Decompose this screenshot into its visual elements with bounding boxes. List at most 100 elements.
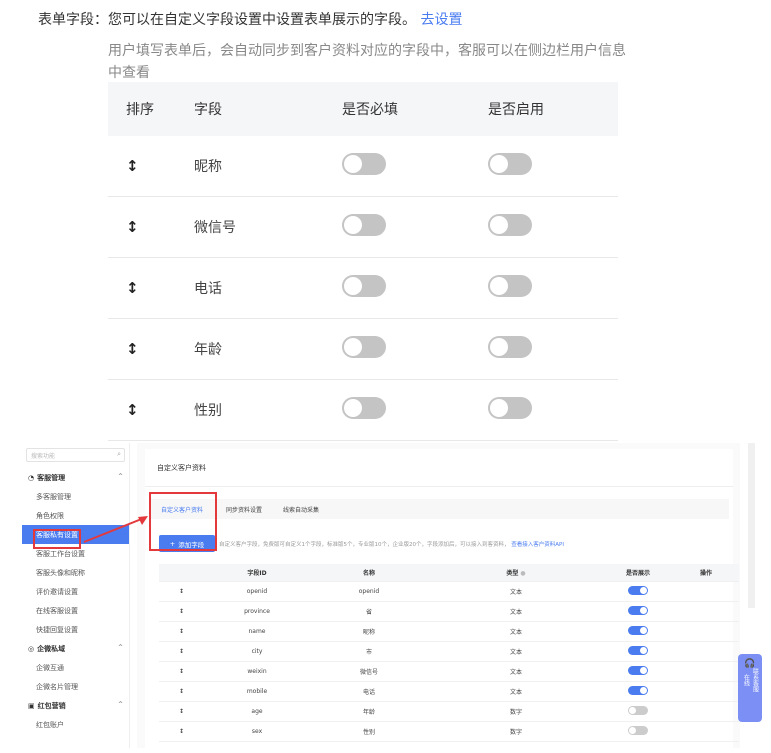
required-toggle[interactable] — [342, 214, 386, 236]
table-row: ↕ city 市 文本 — [159, 642, 739, 662]
sidebar-group-title: 企微私域 — [37, 644, 66, 653]
chevron-up-icon[interactable]: ^ — [118, 644, 123, 651]
form-field-row: ↕ 电话 — [108, 258, 618, 319]
group-icon: ◔ — [28, 473, 35, 482]
drag-sort-icon[interactable]: ↕ — [179, 648, 184, 655]
field-label: 性别 — [362, 729, 375, 736]
show-toggle[interactable] — [628, 586, 648, 595]
contact-support-button[interactable]: 🎧 在线 联系客服 — [738, 654, 762, 722]
header-name: 名称 — [362, 570, 375, 577]
sidebar-item[interactable]: 在线客服设置 — [22, 601, 129, 620]
field-label: 电话 — [362, 689, 375, 696]
sidebar-group[interactable]: ▣ 红包营销 ^ — [22, 696, 129, 715]
tab-sync-settings[interactable]: 同步资料设置 — [226, 505, 262, 514]
go-settings-link[interactable]: 去设置 — [420, 12, 462, 28]
sidebar-item[interactable]: 多客服管理 — [22, 487, 129, 506]
required-toggle[interactable] — [342, 336, 386, 358]
scrollbar[interactable] — [748, 443, 755, 608]
field-label: 市 — [365, 649, 372, 656]
custom-fields-table: 字段ID 名称 类型 ● 是否展示 操作 ↕ openid openid 文本 ↕ pro… — [159, 564, 739, 742]
search-placeholder: 搜索功能 — [31, 453, 56, 460]
enabled-toggle[interactable] — [488, 153, 532, 175]
drag-sort-icon[interactable]: ↕ — [179, 708, 184, 715]
show-toggle[interactable] — [628, 606, 648, 615]
show-toggle[interactable] — [628, 686, 648, 695]
drag-sort-icon[interactable]: ↕ — [179, 728, 184, 735]
field-label: 年龄 — [362, 709, 375, 716]
show-toggle[interactable] — [628, 726, 648, 735]
custom-field-note: 自定义客户字段，免费版可自定义1个字段，标准版5个，专业版10个，企业版20个，… — [219, 540, 564, 548]
show-toggle[interactable] — [628, 666, 648, 675]
enabled-toggle[interactable] — [488, 275, 532, 297]
required-toggle[interactable] — [342, 153, 386, 175]
drag-sort-icon[interactable]: ↕ — [126, 157, 139, 175]
required-toggle[interactable] — [342, 275, 386, 297]
help-icon[interactable]: ● — [520, 570, 525, 577]
field-name: 年龄 — [194, 342, 222, 358]
sidebar-item[interactable]: 快捷回复设置 — [22, 620, 129, 639]
field-type: 文本 — [509, 609, 522, 616]
drag-sort-icon[interactable]: ↕ — [179, 628, 184, 635]
contact-support-label: 联系客服 — [751, 668, 759, 692]
field-name: 昵称 — [194, 159, 222, 175]
drag-sort-icon[interactable]: ↕ — [126, 340, 139, 358]
header-required: 是否必填 — [342, 102, 398, 118]
sidebar-item[interactable]: 评价邀请设置 — [22, 582, 129, 601]
field-id: age — [251, 708, 263, 715]
search-icon[interactable]: ⌕ — [117, 450, 121, 459]
form-field-row: ↕ 微信号 — [108, 197, 618, 258]
enabled-toggle[interactable] — [488, 214, 532, 236]
table-row: ↕ name 昵称 文本 — [159, 622, 739, 642]
field-id: city — [251, 648, 263, 655]
sidebar-search-input[interactable]: 搜索功能 ⌕ — [26, 448, 125, 462]
show-toggle[interactable] — [628, 626, 648, 635]
sidebar-item[interactable]: 企微名片管理 — [22, 677, 129, 696]
header-enabled: 是否启用 — [488, 102, 544, 118]
api-link[interactable]: 查看接入客户资料API — [511, 542, 564, 548]
drag-sort-icon[interactable]: ↕ — [179, 668, 184, 675]
show-toggle[interactable] — [628, 646, 648, 655]
enabled-toggle[interactable] — [488, 397, 532, 419]
main-panel: 自定义客户资料 自定义客户资料 同步资料设置 线索自动采集 + 添加字段 自定义… — [137, 443, 740, 748]
field-type: 数字 — [509, 729, 522, 736]
field-label: 昵称 — [362, 629, 375, 636]
sidebar-group-title: 红包营销 — [37, 701, 66, 710]
field-id: openid — [246, 588, 268, 595]
highlight-sidebar-item — [33, 529, 81, 549]
group-icon: ◎ — [28, 644, 35, 653]
tab-lead-collection[interactable]: 线索自动采集 — [283, 505, 319, 514]
chevron-up-icon[interactable]: ^ — [118, 473, 123, 480]
headset-icon: 🎧 — [744, 659, 756, 669]
drag-sort-icon[interactable]: ↕ — [126, 218, 139, 236]
sidebar-group[interactable]: ◎ 企微私域 ^ — [22, 639, 129, 658]
required-toggle[interactable] — [342, 397, 386, 419]
form-field-row: ↕ 性别 — [108, 380, 618, 441]
field-name: 性别 — [194, 403, 222, 419]
page-title: 自定义客户资料 — [157, 464, 206, 472]
form-field-row: ↕ 年龄 — [108, 319, 618, 380]
table-row: ↕ openid openid 文本 — [159, 582, 739, 602]
drag-sort-icon[interactable]: ↕ — [179, 688, 184, 695]
table-row: ↕ sex 性别 数字 — [159, 722, 739, 742]
settings-screenshot: 搜索功能 ⌕ ◔ 客服管理 ^ 多客服管理 角色权限 客服私有设置 客服工作台设置 客服头像和… — [22, 443, 755, 748]
sidebar-item[interactable]: 红包账户 — [22, 715, 129, 734]
drag-sort-icon[interactable]: ↕ — [126, 279, 139, 297]
sidebar-group[interactable]: ◔ 客服管理 ^ — [22, 468, 129, 487]
sidebar-item[interactable]: 客服头像和昵称 — [22, 563, 129, 582]
drag-sort-icon[interactable]: ↕ — [179, 588, 184, 595]
group-icon: ▣ — [28, 701, 35, 710]
form-fields-table-header: 排序 字段 是否必填 是否启用 — [108, 82, 618, 136]
drag-sort-icon[interactable]: ↕ — [126, 401, 139, 419]
field-type: 文本 — [509, 589, 522, 596]
header-operation: 操作 — [699, 570, 712, 577]
header-show: 是否展示 — [625, 570, 650, 577]
header-field: 字段 — [194, 102, 222, 118]
enabled-toggle[interactable] — [488, 336, 532, 358]
field-name: 微信号 — [194, 220, 236, 236]
show-toggle[interactable] — [628, 706, 648, 715]
field-id: sex — [251, 728, 263, 735]
field-id: province — [244, 608, 270, 615]
drag-sort-icon[interactable]: ↕ — [179, 608, 184, 615]
sidebar-item[interactable]: 企微互通 — [22, 658, 129, 677]
chevron-up-icon[interactable]: ^ — [118, 701, 123, 708]
